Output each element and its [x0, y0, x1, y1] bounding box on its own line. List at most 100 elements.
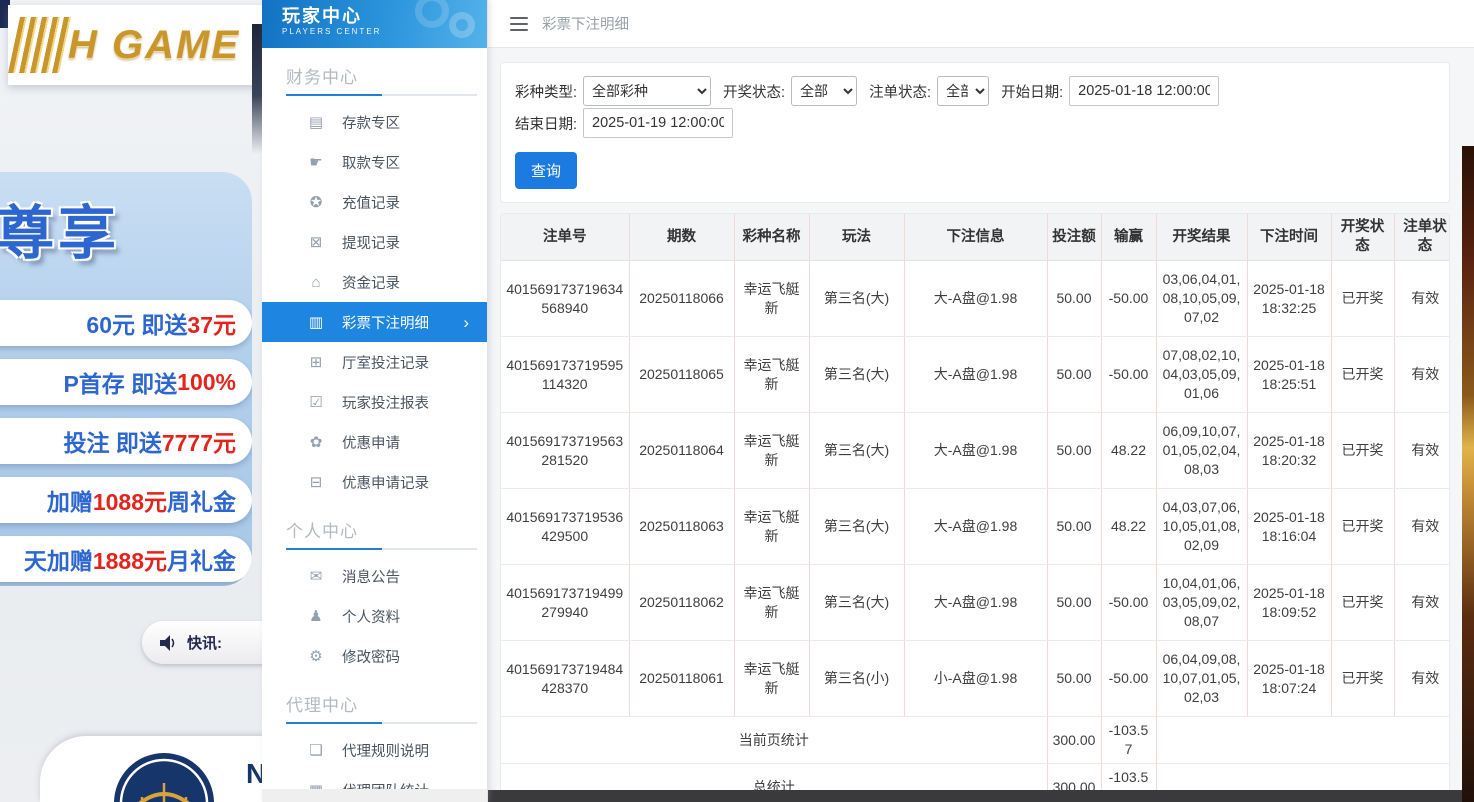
cell-bet-time: 2025-01-18 18:20:32: [1247, 412, 1332, 489]
cell-lottery-name: 幸运飞艇新: [734, 412, 810, 489]
cell-order-status: 有效: [1394, 412, 1449, 489]
cell-lottery-name: 幸运飞艇新: [734, 640, 810, 717]
column-header: 玩法: [809, 214, 905, 261]
promo-title: 尊享: [0, 201, 121, 266]
sidebar-item-deposit[interactable]: ▤ 存款专区: [262, 102, 487, 142]
sidebar-item-announcements[interactable]: ✉ 消息公告: [262, 556, 487, 596]
draw-status-select[interactable]: 全部: [791, 76, 858, 106]
bet-details-table-panel: 注单号 期数 彩种名称 玩法 下注信息 投注额 输赢 开奖结果 下注时间 开奖状态 注单状态 401…: [500, 213, 1450, 802]
end-date-label: 结束日期:: [515, 116, 578, 133]
cell-bet-time: 2025-01-18 18:16:04: [1247, 488, 1332, 565]
cell-lottery-name: 幸运飞艇新: [734, 336, 810, 413]
cell-play: 第三名(大): [809, 260, 905, 337]
promo-pill: 60元 即送 37元: [0, 300, 252, 346]
sidebar-item-promo-apply-records[interactable]: ⊟ 优惠申请记录: [262, 462, 487, 502]
sidebar-item-label: 玩家投注报表: [342, 395, 429, 412]
club-card-letter: N: [246, 758, 262, 789]
cell-order-id: 401569173719634568940: [501, 260, 630, 337]
table-header-row: 注单号 期数 彩种名称 玩法 下注信息 投注额 输赢 开奖结果 下注时间 开奖状态 注单状态: [501, 214, 1449, 261]
cell-draw-result: 06,09,10,07,01,05,02,04,08,03: [1156, 412, 1248, 489]
column-header: 下注信息: [904, 214, 1048, 261]
hamburger-menu-icon[interactable]: [510, 16, 528, 31]
table-row: 401569173719595114320 20250118065 幸运飞艇新 …: [501, 336, 1449, 413]
sidebar-item-change-password[interactable]: ⚙ 修改密码: [262, 636, 487, 676]
cell-order-status: 有效: [1394, 640, 1449, 717]
sidebar-item-label: 代理规则说明: [342, 743, 429, 760]
main-topbar: 彩票下注明细: [488, 0, 1474, 48]
finance-menu: ▤ 存款专区 ☛ 取款专区 ✪ 充值记录 ⊠ 提现记录 ⌂ 资金记录 ▥ 彩票下…: [262, 102, 487, 502]
cell-lottery-name: 幸运飞艇新: [734, 260, 810, 337]
sidebar-item-label: 个人资料: [342, 609, 400, 626]
column-header: 下注时间: [1247, 214, 1332, 261]
cell-bet-info: 小-A盘@1.98: [904, 640, 1048, 717]
cell-period: 20250118065: [629, 336, 735, 413]
cell-draw-status: 已开奖: [1331, 564, 1395, 641]
promo-pill: 投注 即送 7777元: [0, 418, 252, 464]
cell-order-status: 有效: [1394, 564, 1449, 641]
cell-bet-time: 2025-01-18 18:09:52: [1247, 564, 1332, 641]
chevron-right-icon: ›: [463, 312, 469, 332]
sidebar-item-profile[interactable]: ♟ 个人资料: [262, 596, 487, 636]
cell-bet-time: 2025-01-18 18:32:25: [1247, 260, 1332, 337]
cell-amount: 50.00: [1047, 412, 1102, 489]
lottery-type-select[interactable]: 全部彩种: [583, 76, 712, 106]
cell-draw-status: 已开奖: [1331, 640, 1395, 717]
cell-period: 20250118063: [629, 488, 735, 565]
cell-bet-info: 大-A盘@1.98: [904, 260, 1048, 337]
start-date-label: 开始日期:: [1001, 84, 1064, 101]
search-button[interactable]: 查询: [515, 152, 578, 189]
sidebar-bottom-band: [262, 789, 487, 802]
cell-draw-result: 06,04,09,08,10,07,01,05,02,03: [1156, 640, 1248, 717]
hh-logo-bars-icon: [8, 17, 72, 73]
cell-play: 第三名(大): [809, 412, 905, 489]
sidebar-item-withdraw[interactable]: ☛ 取款专区: [262, 142, 487, 182]
bet-list-icon: ▥: [308, 314, 324, 331]
draw-status-filter: 开奖状态: 全部: [723, 76, 858, 106]
wallet-icon: ⊠: [309, 234, 323, 251]
section-divider: [286, 548, 477, 550]
column-header: 投注额: [1047, 214, 1102, 261]
sidebar-item-label: 提现记录: [342, 235, 400, 252]
cell-draw-status: 已开奖: [1331, 336, 1395, 413]
table-row: 401569173719536429500 20250118063 幸运飞艇新 …: [501, 488, 1449, 565]
order-status-filter: 注单状态: 全部: [869, 76, 990, 106]
end-date-input[interactable]: [583, 108, 734, 138]
gamepad-decoration-icon: [449, 12, 475, 38]
cell-play: 第三名(小): [809, 640, 905, 717]
page-summary-winloss: -103.57: [1101, 716, 1157, 764]
sidebar-item-withdrawal-records[interactable]: ⊠ 提现记录: [262, 222, 487, 262]
sidebar-item-hall-bet-records[interactable]: ⊞ 厅室投注记录: [262, 342, 487, 382]
start-date-input[interactable]: [1069, 76, 1220, 106]
cell-win-loss: -50.00: [1101, 336, 1157, 413]
gift-icon: ✿: [309, 434, 323, 451]
cell-bet-time: 2025-01-18 18:25:51: [1247, 336, 1332, 413]
cell-draw-result: 07,08,02,10,04,03,05,09,01,06: [1156, 336, 1248, 413]
cell-bet-info: 大-A盘@1.98: [904, 412, 1048, 489]
sidebar-item-agent-rules[interactable]: ❏ 代理规则说明: [262, 730, 487, 770]
sidebar-item-funds-records[interactable]: ⌂ 资金记录: [262, 262, 487, 302]
bet-details-table: 注单号 期数 彩种名称 玩法 下注信息 投注额 输赢 开奖结果 下注时间 开奖状态 注单状态 401…: [501, 214, 1449, 802]
section-title-agent: 代理中心: [286, 696, 358, 715]
sidebar-item-label: 厅室投注记录: [342, 355, 429, 372]
cell-win-loss: -50.00: [1101, 564, 1157, 641]
club-card: N: [40, 736, 262, 802]
money-bag-icon: ✪: [309, 194, 323, 211]
hall-list-icon: ⊞: [309, 354, 323, 371]
news-ticker: 快讯:: [142, 621, 262, 664]
cell-win-loss: 48.22: [1101, 488, 1157, 565]
players-center-sidebar: 玩家中心 PLAYERS CENTER 财务中心 ▤ 存款专区 ☛ 取款专区 ✪…: [262, 0, 488, 802]
section-divider: [286, 94, 477, 96]
main-content: 彩票下注明细 彩种类型: 全部彩种 开奖状态: 全部 注单状态: 全部 开始日期…: [488, 0, 1474, 802]
section-title-personal: 个人中心: [286, 522, 358, 541]
sidebar-item-lottery-bet-details[interactable]: ▥ 彩票下注明细 ›: [262, 302, 487, 342]
cell-win-loss: 48.22: [1101, 412, 1157, 489]
personal-menu: ✉ 消息公告 ♟ 个人资料 ⚙ 修改密码: [262, 556, 487, 676]
document-icon: ❏: [309, 742, 323, 759]
sidebar-item-player-bet-report[interactable]: ☑ 玩家投注报表: [262, 382, 487, 422]
section-divider: [286, 722, 477, 724]
sidebar-item-recharge-records[interactable]: ✪ 充值记录: [262, 182, 487, 222]
cell-amount: 50.00: [1047, 564, 1102, 641]
sidebar-item-promo-apply[interactable]: ✿ 优惠申请: [262, 422, 487, 462]
order-status-select[interactable]: 全部: [937, 76, 990, 106]
promo-list-icon: ⊟: [309, 474, 323, 491]
